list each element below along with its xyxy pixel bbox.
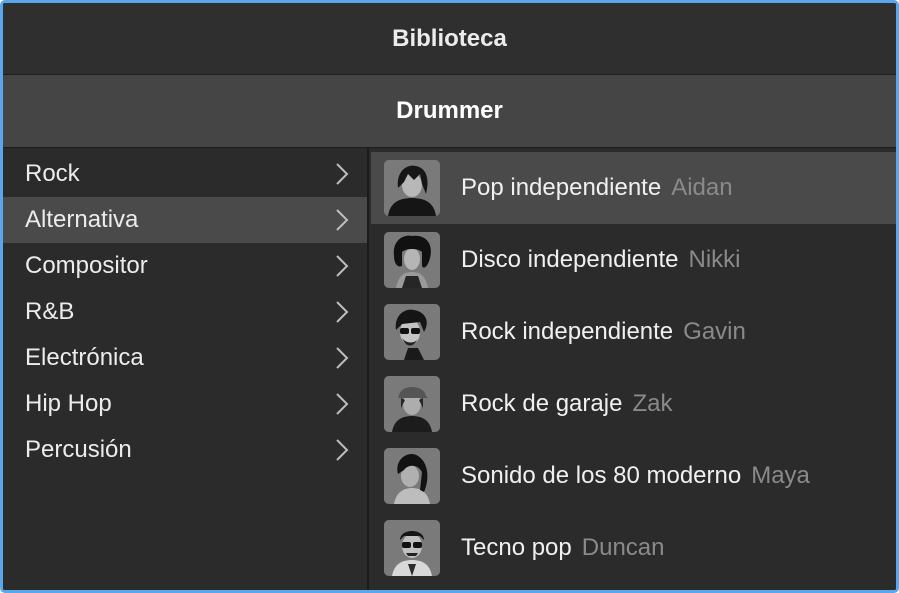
genre-item-compositor[interactable]: Compositor: [3, 243, 367, 289]
chevron-right-icon: [331, 299, 353, 325]
genre-item-rnb[interactable]: R&B: [3, 289, 367, 335]
library-title: Biblioteca: [3, 3, 896, 75]
drummer-avatar-icon: [384, 376, 440, 432]
browser-columns: Rock Alternativa Compositor R&B Electrón…: [3, 148, 896, 590]
drummer-name: Aidan: [671, 174, 733, 201]
drummer-item-duncan[interactable]: Tecno pop Duncan: [371, 512, 896, 584]
genre-list: Rock Alternativa Compositor R&B Electrón…: [3, 148, 369, 590]
drummer-genre: Pop independiente: [461, 174, 662, 201]
drummer-list: Pop independiente Aidan Disco independien…: [371, 148, 896, 590]
drummer-avatar-icon: [384, 232, 440, 288]
genre-item-label: Alternativa: [25, 206, 139, 233]
chevron-right-icon: [331, 253, 353, 279]
genre-item-hip-hop[interactable]: Hip Hop: [3, 381, 367, 427]
drummer-name: Gavin: [683, 318, 746, 345]
chevron-right-icon: [331, 207, 353, 233]
drummer-item-nikki[interactable]: Disco independiente Nikki: [371, 224, 896, 296]
drummer-avatar-icon: [384, 160, 440, 216]
drummer-name: Nikki: [688, 246, 741, 273]
chevron-right-icon: [331, 391, 353, 417]
drummer-name: Zak: [632, 390, 673, 417]
drummer-avatar-icon: [384, 448, 440, 504]
genre-item-label: Percusión: [25, 436, 132, 463]
genre-item-electronica[interactable]: Electrónica: [3, 335, 367, 381]
genre-item-rock[interactable]: Rock: [3, 151, 367, 197]
drummer-name: Duncan: [581, 534, 665, 561]
category-header-drummer[interactable]: Drummer: [3, 75, 896, 148]
genre-item-label: Compositor: [25, 252, 148, 279]
chevron-right-icon: [331, 437, 353, 463]
library-window: Biblioteca Drummer Rock Alternativa Comp…: [0, 0, 899, 593]
drummer-item-aidan[interactable]: Pop independiente Aidan: [371, 152, 896, 224]
drummer-name: Maya: [751, 462, 810, 489]
genre-item-label: R&B: [25, 298, 75, 325]
drummer-genre: Rock independiente: [461, 318, 674, 345]
drummer-item-zak[interactable]: Rock de garaje Zak: [371, 368, 896, 440]
drummer-genre: Disco independiente: [461, 246, 679, 273]
genre-item-label: Electrónica: [25, 344, 144, 371]
drummer-genre: Tecno pop: [461, 534, 572, 561]
genre-item-percusion[interactable]: Percusión: [3, 427, 367, 473]
drummer-avatar-icon: [384, 520, 440, 576]
drummer-genre: Rock de garaje: [461, 390, 623, 417]
drummer-item-maya[interactable]: Sonido de los 80 moderno Maya: [371, 440, 896, 512]
drummer-item-gavin[interactable]: Rock independiente Gavin: [371, 296, 896, 368]
genre-item-alternativa[interactable]: Alternativa: [3, 197, 367, 243]
genre-item-label: Hip Hop: [25, 390, 112, 417]
chevron-right-icon: [331, 345, 353, 371]
chevron-right-icon: [331, 161, 353, 187]
drummer-genre: Sonido de los 80 moderno: [461, 462, 742, 489]
drummer-avatar-icon: [384, 304, 440, 360]
genre-item-label: Rock: [25, 160, 80, 187]
